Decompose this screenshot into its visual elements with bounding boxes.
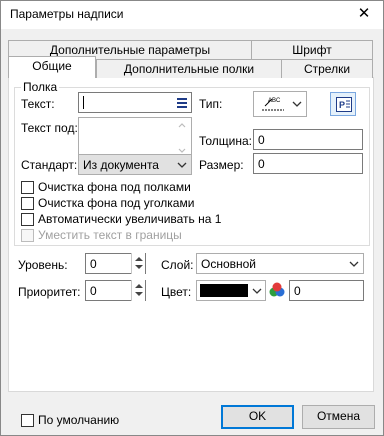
layer-select[interactable]: Основной xyxy=(196,253,364,274)
size-input[interactable]: 0 xyxy=(253,153,363,174)
priority-input[interactable]: 0 xyxy=(85,280,146,301)
palette-button[interactable] xyxy=(267,280,288,301)
layer-value: Основной xyxy=(201,257,257,271)
text-label: Текст: xyxy=(21,97,55,111)
cancel-label: Отмена xyxy=(316,409,361,423)
color-index-value: 0 xyxy=(294,284,301,298)
clear-bg-shelves-checkbox[interactable] xyxy=(21,181,34,194)
priority-value: 0 xyxy=(90,284,97,298)
type-label: Тип: xyxy=(199,97,223,111)
size-value: 0 xyxy=(258,157,265,171)
chevron-down-icon xyxy=(250,284,264,298)
cancel-button[interactable]: Отмена xyxy=(302,405,375,429)
thickness-value: 0 xyxy=(258,133,265,147)
subtext-scrollbar[interactable] xyxy=(176,120,188,156)
spin-down-icon xyxy=(135,265,143,269)
tab-label: Дополнительные полки xyxy=(123,62,255,76)
color-label: Цвет: xyxy=(161,285,192,299)
default-checkbox[interactable] xyxy=(21,414,34,427)
fit-text-label: Уместить текст в границы xyxy=(38,228,182,242)
standard-value: Из документа xyxy=(83,158,159,172)
size-label: Размер: xyxy=(199,158,244,172)
level-label: Уровень: xyxy=(18,258,68,272)
type-select[interactable]: ABC xyxy=(253,91,307,117)
standard-label: Стандарт: xyxy=(21,158,78,172)
level-spinner[interactable] xyxy=(131,253,145,274)
chevron-down-icon xyxy=(290,97,304,111)
auto-increment-checkbox[interactable] xyxy=(21,213,34,226)
thickness-label: Толщина: xyxy=(199,134,253,148)
priority-spinner[interactable] xyxy=(131,280,145,301)
level-value: 0 xyxy=(90,257,97,271)
fit-text-checkbox xyxy=(21,229,34,242)
palette-icon xyxy=(268,282,286,299)
level-input[interactable]: 0 xyxy=(85,253,146,274)
tab-general[interactable]: Общие xyxy=(8,56,96,78)
chevron-down-icon xyxy=(347,257,361,271)
close-button[interactable]: ✕ xyxy=(352,4,376,24)
tab-label: Стрелки xyxy=(303,62,351,76)
spin-down-icon xyxy=(135,292,143,296)
text-frame-button[interactable]: P xyxy=(330,92,356,116)
tab-label: Шрифт xyxy=(292,43,332,57)
standard-select[interactable]: Из документа xyxy=(78,154,192,175)
tab-arrows[interactable]: Стрелки xyxy=(281,59,373,78)
default-label: По умолчанию xyxy=(38,413,120,427)
spin-up-icon xyxy=(135,257,143,261)
clear-bg-corners-checkbox[interactable] xyxy=(21,197,34,210)
tab-extra-shelves[interactable]: Дополнительные полки xyxy=(96,59,282,78)
spin-up-icon xyxy=(135,284,143,288)
priority-label: Приоритет: xyxy=(18,285,81,299)
tab-label: Дополнительные параметры xyxy=(49,43,211,57)
clear-bg-corners-label: Очистка фона под уголками xyxy=(38,196,195,210)
tab-font[interactable]: Шрифт xyxy=(251,40,373,59)
color-swatch xyxy=(200,284,248,297)
svg-text:P: P xyxy=(339,100,345,110)
chevron-down-icon xyxy=(175,158,189,172)
shelf-group-label: Полка xyxy=(21,80,60,94)
color-select[interactable] xyxy=(196,280,266,301)
ok-button[interactable]: OK xyxy=(221,405,294,429)
text-input[interactable] xyxy=(78,92,192,113)
auto-increment-label: Автоматически увеличивать на 1 xyxy=(38,212,222,226)
subtext-input[interactable] xyxy=(78,117,192,159)
close-icon: ✕ xyxy=(357,5,371,22)
color-index-input[interactable]: 0 xyxy=(289,280,364,301)
thickness-input[interactable]: 0 xyxy=(253,129,363,150)
underline-text-icon: ABC xyxy=(258,94,286,114)
ok-label: OK xyxy=(248,409,267,423)
clear-bg-shelves-label: Очистка фона под полками xyxy=(38,180,191,194)
subtext-label: Текст под: xyxy=(21,121,78,135)
text-frame-icon: P xyxy=(336,97,352,112)
layer-label: Слой: xyxy=(161,258,194,272)
tab-label: Общие xyxy=(32,59,72,73)
menu-icon[interactable] xyxy=(175,95,189,110)
window-title: Параметры надписи xyxy=(10,7,124,21)
text-cursor xyxy=(83,96,84,109)
